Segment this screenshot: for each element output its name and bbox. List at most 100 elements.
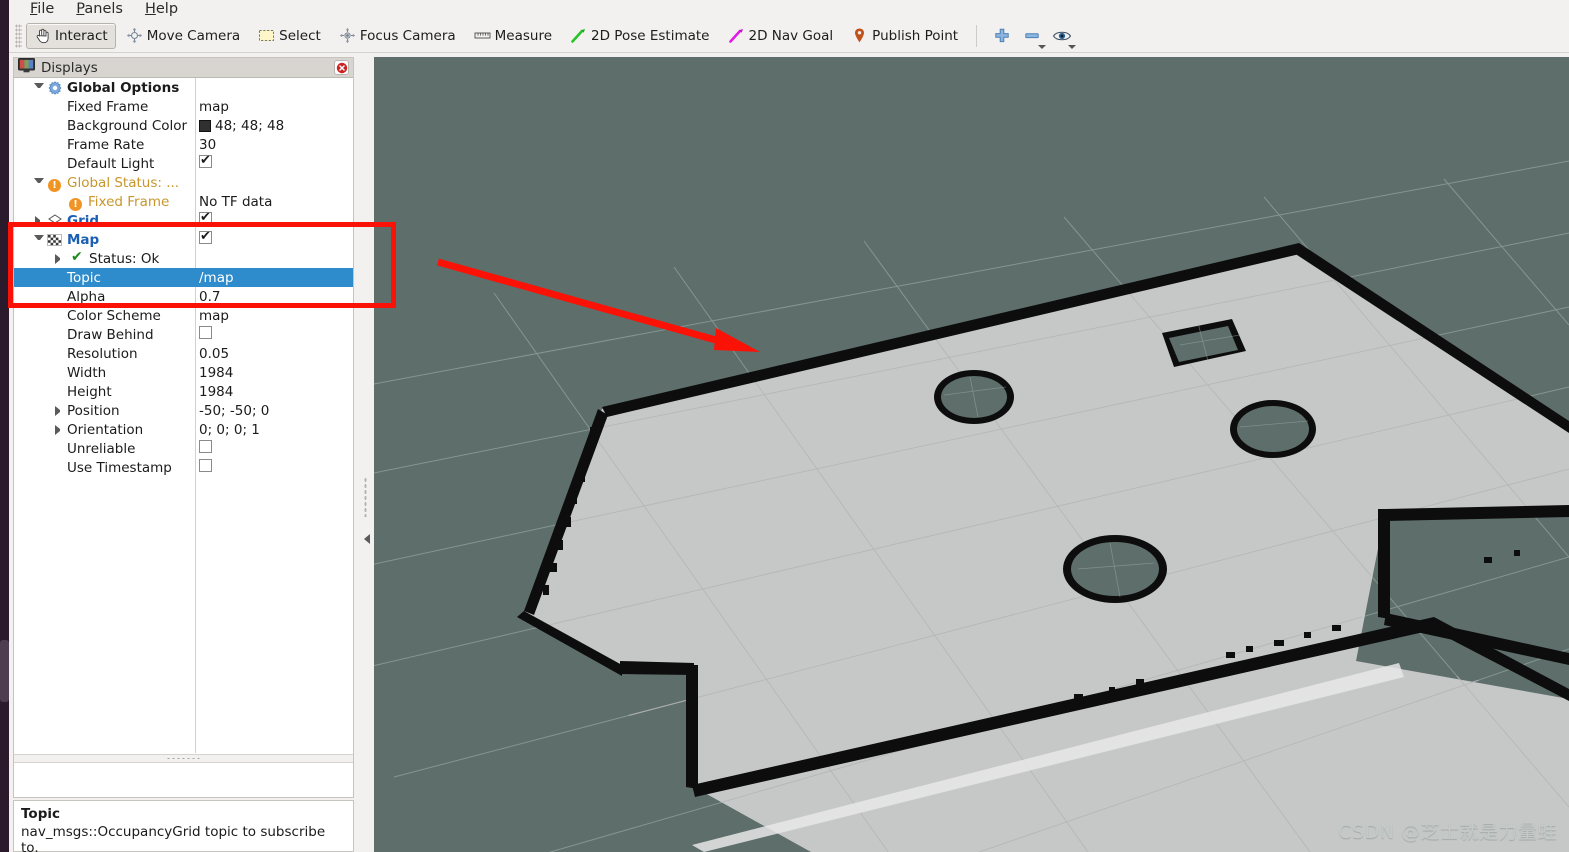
ok-check-icon: ✔ <box>71 249 83 265</box>
grid-enable-checkbox[interactable] <box>199 210 212 225</box>
chevron-right-icon[interactable] <box>55 253 65 264</box>
tree-row-value: 1984 <box>199 364 234 381</box>
tool-select-label: Select <box>279 27 321 44</box>
map-pillar-2 <box>1230 400 1316 458</box>
chevron-down-icon <box>1068 44 1077 49</box>
tree-row-label: Orientation <box>67 421 144 438</box>
tool-interact-label: Interact <box>55 27 108 44</box>
launcher-app-icon[interactable] <box>0 640 9 702</box>
chevron-down-icon[interactable] <box>34 82 44 93</box>
tool-measure-label: Measure <box>494 27 553 44</box>
occupancy-grid-scene <box>374 160 1569 852</box>
chevron-right-icon[interactable] <box>55 405 65 416</box>
menu-bar: File Panels Help <box>9 0 1569 19</box>
tree-row-resolution[interactable]: Resolution 0.05 <box>14 344 353 363</box>
color-swatch[interactable] <box>199 119 211 132</box>
chevron-right-icon[interactable] <box>35 215 45 226</box>
toolbar-drag-handle[interactable] <box>15 23 22 48</box>
tree-row-status-fixed-frame[interactable]: ! Fixed Frame No TF data <box>14 192 353 211</box>
tree-row-background-color[interactable]: Background Color 48; 48; 48 <box>14 116 353 135</box>
tool-move-camera-label: Move Camera <box>146 27 241 44</box>
close-icon[interactable] <box>334 60 349 75</box>
tree-row-position[interactable]: Position -50; -50; 0 <box>14 401 353 420</box>
displays-panel-splitter[interactable] <box>14 754 353 762</box>
property-help-description: nav_msgs::OccupancyGrid topic to subscri… <box>21 824 326 852</box>
tree-row-value[interactable]: /map <box>199 270 234 286</box>
tree-row-orientation[interactable]: Orientation 0; 0; 0; 1 <box>14 420 353 439</box>
menu-file[interactable]: File <box>19 0 65 19</box>
focus-camera-icon <box>339 27 356 44</box>
tool-2d-nav-goal[interactable]: 2D Nav Goal <box>720 23 842 49</box>
tree-row-height[interactable]: Height 1984 <box>14 382 353 401</box>
move-camera-icon <box>126 27 143 44</box>
default-light-checkbox[interactable] <box>199 153 212 168</box>
tree-row-label: Map <box>67 231 100 248</box>
tree-row-value[interactable]: 30 <box>199 137 216 153</box>
chevron-down-icon[interactable] <box>34 234 44 245</box>
tree-row-frame-rate[interactable]: Frame Rate 30 <box>14 135 353 154</box>
magenta-arrow-icon <box>728 27 745 44</box>
collapse-triangle-icon[interactable] <box>364 534 370 544</box>
tree-row-label: Fixed Frame <box>88 193 170 210</box>
tree-row-alpha[interactable]: Alpha 0.7 <box>14 287 353 306</box>
map-enable-checkbox[interactable] <box>199 229 212 244</box>
unreliable-checkbox[interactable] <box>199 440 212 453</box>
tree-row-map[interactable]: Map <box>14 229 353 249</box>
tree-row-label: Default Light <box>67 155 155 172</box>
chevron-down-icon[interactable] <box>34 177 44 188</box>
displays-panel-title: Displays <box>41 59 98 76</box>
tree-row-global-options[interactable]: Global Options <box>14 78 353 97</box>
tool-focus-camera[interactable]: Focus Camera <box>331 23 464 49</box>
tree-row-label: Topic <box>67 269 101 286</box>
display-property-tree[interactable]: Global Options Fixed Frame map Backgroun… <box>14 78 353 753</box>
tool-2d-pose-estimate[interactable]: 2D Pose Estimate <box>562 23 717 49</box>
dock-collapse-handle[interactable] <box>360 57 374 852</box>
minus-icon <box>1025 32 1039 38</box>
tool-focus-camera-label: Focus Camera <box>359 27 456 44</box>
draw-behind-checkbox[interactable] <box>199 326 212 339</box>
tree-row-fixed-frame[interactable]: Fixed Frame map <box>14 97 353 116</box>
visibility-button[interactable] <box>1047 22 1077 50</box>
tree-row-map-status[interactable]: ✔ Status: Ok <box>14 249 353 268</box>
tree-row-draw-behind[interactable]: Draw Behind <box>14 325 353 344</box>
menu-panels[interactable]: Panels <box>65 0 134 19</box>
tool-interact[interactable]: Interact <box>26 22 116 49</box>
warning-icon: ! <box>69 195 82 211</box>
tree-row-width[interactable]: Width 1984 <box>14 363 353 382</box>
tree-row-use-timestamp[interactable]: Use Timestamp <box>14 458 353 477</box>
tree-row-label: Grid <box>67 212 100 229</box>
render-viewport-3d[interactable]: CSDN @芝士就是力量蛙 <box>374 57 1569 852</box>
tree-row-label: Global Status: ... <box>67 174 180 191</box>
tree-row-unreliable[interactable]: Unreliable <box>14 439 353 458</box>
tool-publish-point[interactable]: Publish Point <box>843 23 966 49</box>
tree-row-value[interactable]: map <box>199 99 229 115</box>
tool-2d-nav-goal-label: 2D Nav Goal <box>748 27 834 44</box>
splitter-grip-icon <box>165 757 202 760</box>
tree-row-value[interactable]: map <box>199 308 229 324</box>
tree-row-label: Unreliable <box>67 440 136 457</box>
tree-row-grid[interactable]: Grid <box>14 210 353 230</box>
tree-row-value[interactable]: 0.7 <box>199 289 220 305</box>
tree-row-label: Position <box>67 402 120 419</box>
tree-row-default-light[interactable]: Default Light <box>14 153 353 173</box>
remove-tool-button[interactable] <box>1017 22 1047 50</box>
add-tool-button[interactable] <box>987 22 1017 50</box>
tree-row-label: Fixed Frame <box>67 98 149 115</box>
tree-row-label: Background Color <box>67 117 188 134</box>
tree-row-topic[interactable]: Topic /map <box>14 268 353 287</box>
tool-move-camera[interactable]: Move Camera <box>118 23 248 49</box>
warning-icon: ! <box>48 176 61 192</box>
tree-row-value: 0.05 <box>199 345 230 362</box>
menu-help[interactable]: Help <box>134 0 189 19</box>
displays-panel-titlebar: Displays <box>14 58 353 78</box>
tree-row-value-color[interactable]: 48; 48; 48 <box>199 118 284 134</box>
tool-measure[interactable]: Measure <box>466 23 560 49</box>
tree-row-label: Alpha <box>67 288 106 305</box>
use-timestamp-checkbox[interactable] <box>199 459 212 472</box>
tree-row-color-scheme[interactable]: Color Scheme map <box>14 306 353 325</box>
tool-publish-point-label: Publish Point <box>872 27 959 44</box>
tree-row-global-status[interactable]: ! Global Status: ... <box>14 173 353 192</box>
tool-select[interactable]: Select <box>250 23 329 49</box>
green-arrow-icon <box>570 27 587 44</box>
chevron-right-icon[interactable] <box>55 424 65 435</box>
